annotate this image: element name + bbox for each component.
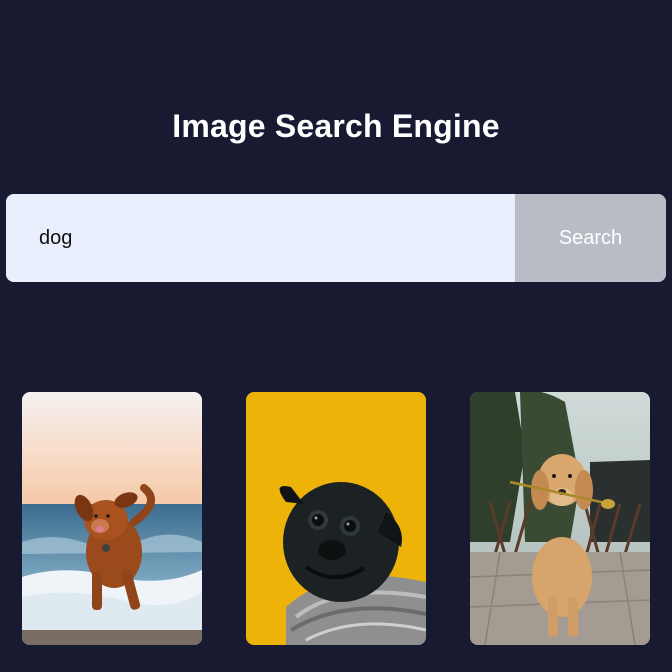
image-results-grid xyxy=(0,392,672,646)
search-button[interactable]: Search xyxy=(515,194,666,282)
page-title: Image Search Engine xyxy=(172,108,500,144)
search-form: Search xyxy=(6,194,666,282)
beach-dog-image xyxy=(22,392,202,645)
pug-image xyxy=(246,392,426,645)
result-image-golden-retriever[interactable] xyxy=(470,392,650,645)
result-image-beach-dog[interactable] xyxy=(22,392,202,645)
result-image-pug[interactable] xyxy=(246,392,426,645)
app-page: Image Search Engine Search xyxy=(0,0,672,672)
search-input[interactable] xyxy=(6,194,515,282)
golden-retriever-image xyxy=(470,392,650,645)
